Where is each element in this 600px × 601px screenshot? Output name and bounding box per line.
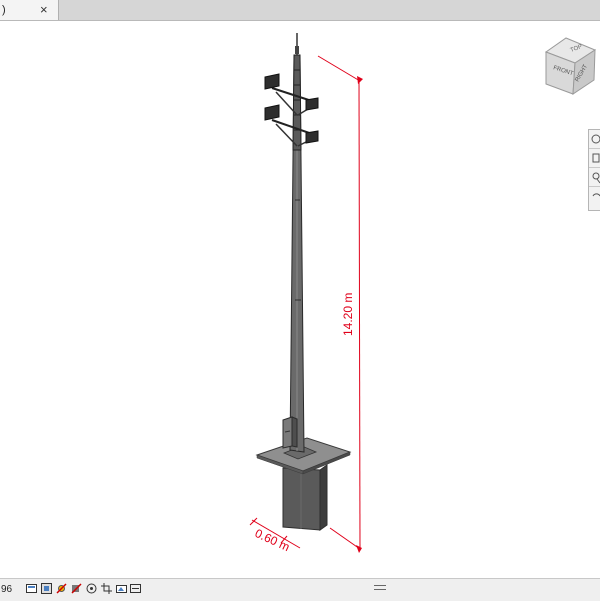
view-tab-bar: ) ×	[0, 0, 600, 21]
3d-viewport[interactable]: TOP FRONT RIGHT 14.20 m 0.60 m	[0, 21, 600, 577]
show-crop-region-icon[interactable]	[116, 583, 127, 594]
sun-path-icon[interactable]	[56, 583, 67, 594]
detail-level-icon[interactable]	[26, 583, 37, 594]
close-icon[interactable]: ×	[40, 2, 48, 17]
navigation-bar	[588, 129, 600, 211]
shadows-icon[interactable]	[71, 583, 82, 594]
view-tab-label: )	[2, 4, 6, 16]
viewcube[interactable]: TOP FRONT RIGHT	[544, 37, 597, 95]
temporary-hide-icon[interactable]	[130, 583, 141, 594]
crop-view-icon[interactable]	[101, 583, 112, 594]
zoom-icon[interactable]	[589, 168, 600, 187]
rendering-icon[interactable]	[86, 583, 97, 594]
control-cabinet[interactable]	[282, 416, 298, 449]
lower-luminaire-arm[interactable]	[264, 104, 319, 147]
orbit-icon[interactable]	[589, 187, 600, 205]
pan-icon[interactable]	[589, 149, 600, 168]
view-control-bar: 96	[0, 578, 600, 601]
steering-wheel-icon[interactable]	[589, 130, 600, 149]
view-scale[interactable]: 96	[1, 584, 12, 595]
height-dimension-label: 14.20 m	[341, 293, 355, 336]
scrollbar-grip[interactable]	[374, 585, 386, 590]
model-canvas: TOP FRONT RIGHT 14.20 m 0.60 m	[249, 33, 597, 554]
view-tab[interactable]: ) ×	[0, 0, 59, 20]
width-dimension-label: 0.60 m	[253, 526, 292, 554]
visual-style-icon[interactable]	[41, 583, 52, 594]
foundation[interactable]	[282, 464, 328, 531]
